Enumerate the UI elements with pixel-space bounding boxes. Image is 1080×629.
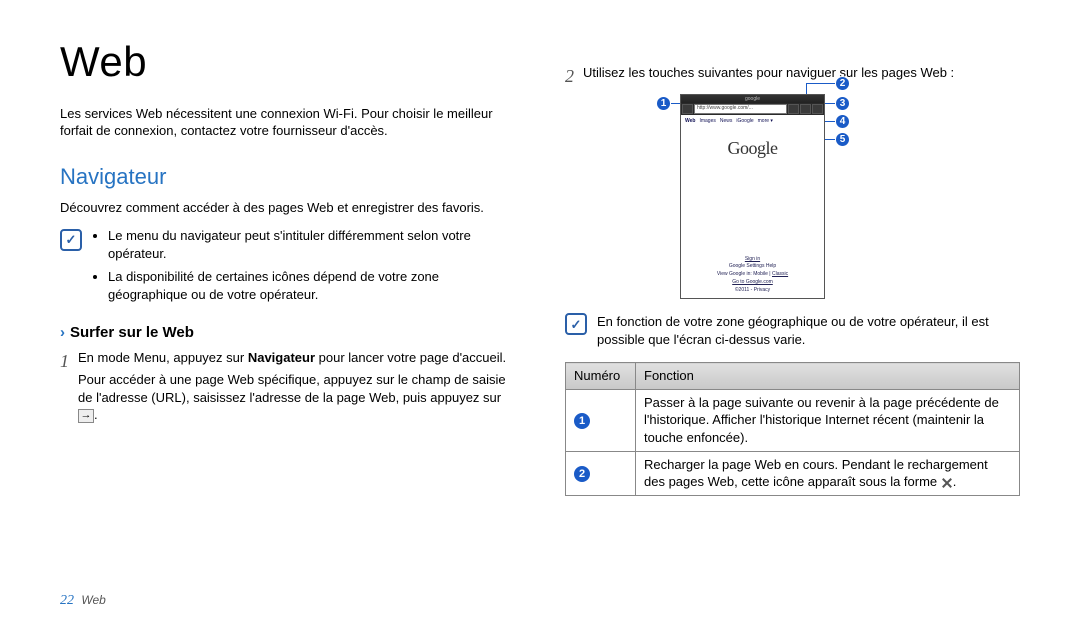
table-row: 1 Passer à la page suivante ou revenir à… <box>566 389 1020 451</box>
row-badge-2: 2 <box>574 466 590 482</box>
google-footer: Sign in Google Settings Help View Google… <box>681 255 824 295</box>
note-text: En fonction de votre zone géographique o… <box>597 311 1020 348</box>
subsection-heading: Surfer sur le Web <box>60 323 515 343</box>
step-text: . <box>94 407 98 422</box>
toolbar-button <box>800 104 811 114</box>
footer-legal: ©2011 - Privacy <box>681 287 824 294</box>
tab-web: Web <box>685 118 695 125</box>
browser-tabs: Web Images News iGoogle more ▾ <box>681 115 824 128</box>
callout-badge-4: 4 <box>835 114 850 129</box>
back-forward-button <box>682 104 693 114</box>
step-text: Pour accéder à une page Web spécifique, … <box>78 372 506 405</box>
go-arrow-icon: → <box>78 409 94 423</box>
step-number: 2 <box>565 64 583 88</box>
footer-links: Google Settings Help <box>681 263 824 270</box>
footer-signin: Sign in <box>681 256 824 263</box>
section-heading-navigateur: Navigateur <box>60 162 515 192</box>
tab-more: more ▾ <box>758 118 773 125</box>
footer-viewin-classic: Classic <box>772 271 788 277</box>
step-2: 2 Utilisez les touches suivantes pour na… <box>565 64 1020 88</box>
callout-badge-2: 2 <box>835 76 850 91</box>
note-icon: ✓ <box>60 229 82 251</box>
cancel-icon <box>941 477 953 489</box>
step-number: 1 <box>60 349 78 427</box>
google-logo: Google <box>681 136 824 160</box>
callout-badge-5: 5 <box>835 132 850 147</box>
page-footer: 22 Web <box>60 592 106 611</box>
table-header-numero: Numéro <box>566 363 636 390</box>
url-field: http://www.google.com/... <box>694 104 787 114</box>
functions-table: Numéro Fonction 1 Passer à la page suiva… <box>565 362 1020 495</box>
footer-goto: Go to Google.com <box>681 279 824 286</box>
section-desc: Découvrez comment accéder à des pages We… <box>60 199 515 217</box>
browser-toolbar: http://www.google.com/... <box>681 103 824 115</box>
step-bold: Navigateur <box>248 350 315 365</box>
note-icon: ✓ <box>565 313 587 335</box>
row-desc-text: Recharger la page Web en cours. Pendant … <box>644 457 988 490</box>
browser-frame: google http://www.google.com/... Web Ima… <box>680 94 825 299</box>
step-1: 1 En mode Menu, appuyez sur Navigateur p… <box>60 349 515 427</box>
reload-button <box>812 104 823 114</box>
step-text: pour lancer votre page d'accueil. <box>315 350 506 365</box>
callout-badge-3: 3 <box>835 96 850 111</box>
browser-titlebar: google <box>681 95 824 103</box>
row-badge-1: 1 <box>574 413 590 429</box>
row-desc: Recharger la page Web en cours. Pendant … <box>636 451 1020 495</box>
note-item: La disponibilité de certaines icônes dép… <box>108 268 515 303</box>
page-title: Web <box>60 34 515 91</box>
row-desc: Passer à la page suivante ou revenir à l… <box>636 389 1020 451</box>
note-item: Le menu du navigateur peut s'intituler d… <box>108 227 515 262</box>
toolbar-button <box>788 104 799 114</box>
intro-text: Les services Web nécessitent une connexi… <box>60 105 515 140</box>
browser-figure: 2 3 4 5 1 google http://www.google.com/.… <box>680 94 850 299</box>
tab-igoogle: iGoogle <box>736 118 753 125</box>
footer-section-name: Web <box>81 593 105 607</box>
step-text: Utilisez les touches suivantes pour navi… <box>583 64 1020 82</box>
page-number: 22 <box>60 593 74 608</box>
table-row: 2 Recharger la page Web en cours. Pendan… <box>566 451 1020 495</box>
step-text: En mode Menu, appuyez sur <box>78 350 248 365</box>
callout-badge-1: 1 <box>656 96 671 111</box>
row-desc-text: . <box>953 474 957 489</box>
table-header-fonction: Fonction <box>636 363 1020 390</box>
note-box-right: ✓ En fonction de votre zone géographique… <box>565 311 1020 348</box>
tab-images: Images <box>699 118 715 125</box>
tab-news: News <box>720 118 733 125</box>
footer-viewin: View Google in: Mobile | <box>717 271 772 277</box>
note-box-left: ✓ Le menu du navigateur peut s'intituler… <box>60 227 515 309</box>
